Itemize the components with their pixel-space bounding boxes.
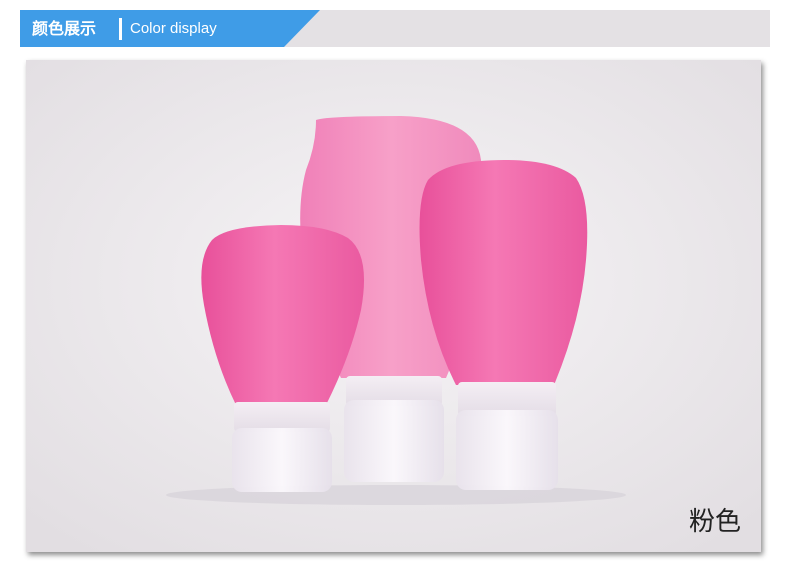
section-header: 颜色展示 Color display: [20, 10, 770, 47]
title-separator: [119, 18, 122, 40]
bottles-illustration: [26, 60, 761, 552]
header-tab: 颜色展示 Color display: [20, 10, 320, 47]
section-title-en: Color display: [130, 20, 217, 37]
color-caption: 粉色: [688, 507, 741, 537]
section-title-cn: 颜色展示: [32, 19, 97, 38]
product-photo: 粉色: [26, 60, 761, 552]
